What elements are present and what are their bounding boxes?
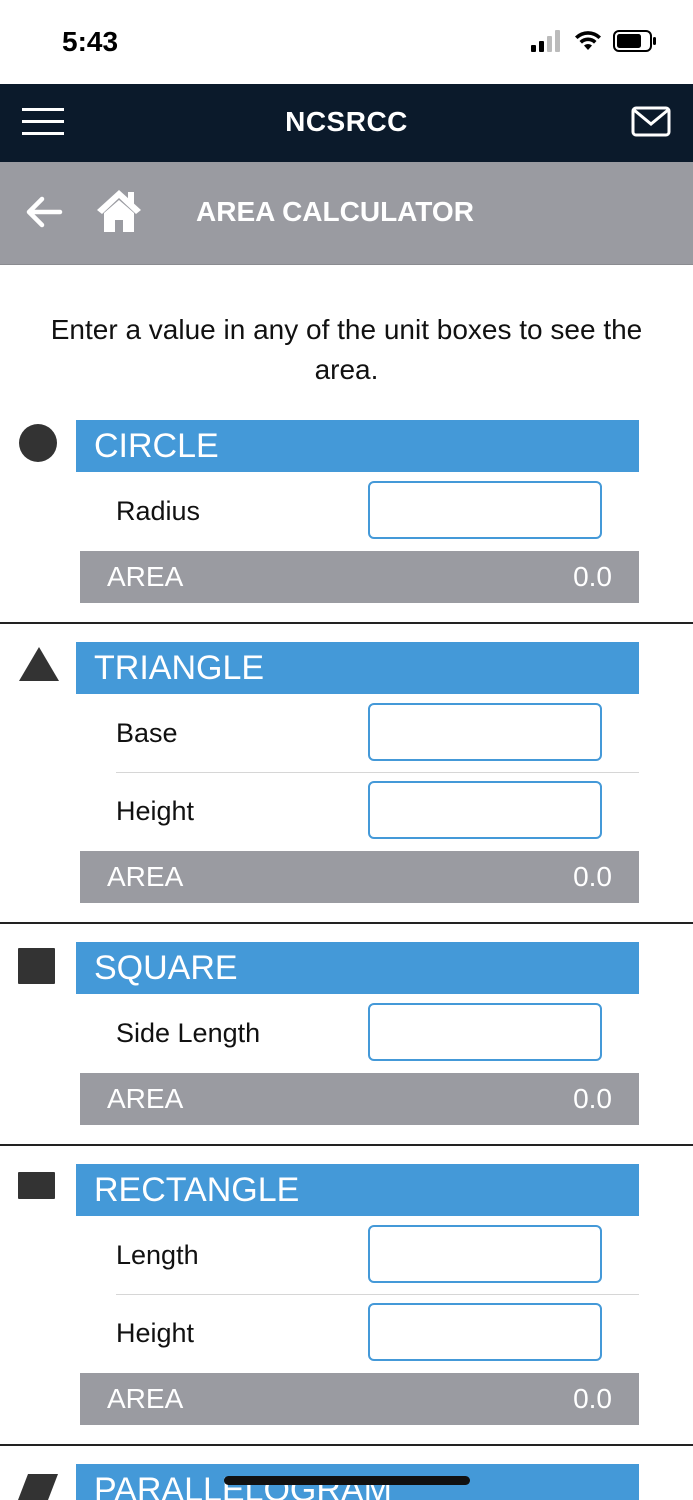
rectangle-section-title: RECTANGLE [94,1171,300,1209]
triangle-section-header: TRIANGLE [76,642,639,694]
square-area-value: 0.0 [573,1083,612,1114]
wifi-icon [575,31,601,50]
arrow-left-icon [26,196,63,228]
cellular-signal-icon [531,30,560,52]
square-area-label: AREA [107,1083,184,1114]
triangle-height-input[interactable] [368,781,602,839]
circle-radius-input[interactable] [368,481,602,539]
triangle-area-value: 0.0 [573,861,612,892]
top-navbar: NCSRCC [0,84,693,162]
rectangle-icon [18,1172,55,1199]
triangle-icon [19,647,59,681]
section-divider [0,1144,693,1146]
mail-icon [631,106,671,137]
circle-area-label: AREA [107,561,184,592]
square-side-length-input[interactable] [368,1003,602,1061]
circle-area-value: 0.0 [573,561,612,592]
triangle-base-input[interactable] [368,703,602,761]
rectangle-area-bar: AREA 0.0 [80,1373,639,1425]
home-button[interactable] [94,186,144,236]
home-indicator[interactable] [224,1476,470,1485]
circle-section-title: CIRCLE [94,427,219,465]
rectangle-area-label: AREA [107,1383,184,1414]
square-section-header: SQUARE [76,942,639,994]
parallelogram-icon [18,1474,58,1500]
row-divider [116,772,639,773]
side-length-label: Side Length [116,1018,261,1048]
circle-icon [19,424,57,462]
status-time: 5:43 [62,26,119,57]
rectangle-length-input[interactable] [368,1225,602,1283]
height-label: Height [116,796,195,826]
section-divider [0,922,693,924]
radius-label: Radius [116,496,201,526]
rectangle-height-input[interactable] [368,1303,602,1361]
status-bar: 5:43 [0,0,693,84]
circle-section-header: CIRCLE [76,420,639,472]
page-title: AREA CALCULATOR [196,196,474,227]
base-label: Base [116,718,178,748]
rectangle-area-value: 0.0 [573,1383,612,1414]
height-label: Height [116,1318,195,1348]
triangle-area-bar: AREA 0.0 [80,851,639,903]
back-button[interactable] [24,194,64,230]
triangle-area-label: AREA [107,861,184,892]
rectangle-section-header: RECTANGLE [76,1164,639,1216]
circle-area-bar: AREA 0.0 [80,551,639,603]
triangle-section-title: TRIANGLE [94,649,265,687]
square-icon [18,948,55,984]
page-header: AREA CALCULATOR [0,162,693,265]
home-icon [97,190,141,232]
square-area-bar: AREA 0.0 [80,1073,639,1125]
section-divider [0,622,693,624]
row-divider [116,1294,639,1295]
mail-button[interactable] [631,106,671,138]
status-icons [531,30,657,52]
section-divider [0,1444,693,1446]
battery-icon [613,30,656,52]
instructions-text: Enter a value in any of the unit boxes t… [50,314,643,385]
app-title: NCSRCC [285,106,408,137]
square-section-title: SQUARE [94,949,238,987]
length-label: Length [116,1240,199,1270]
